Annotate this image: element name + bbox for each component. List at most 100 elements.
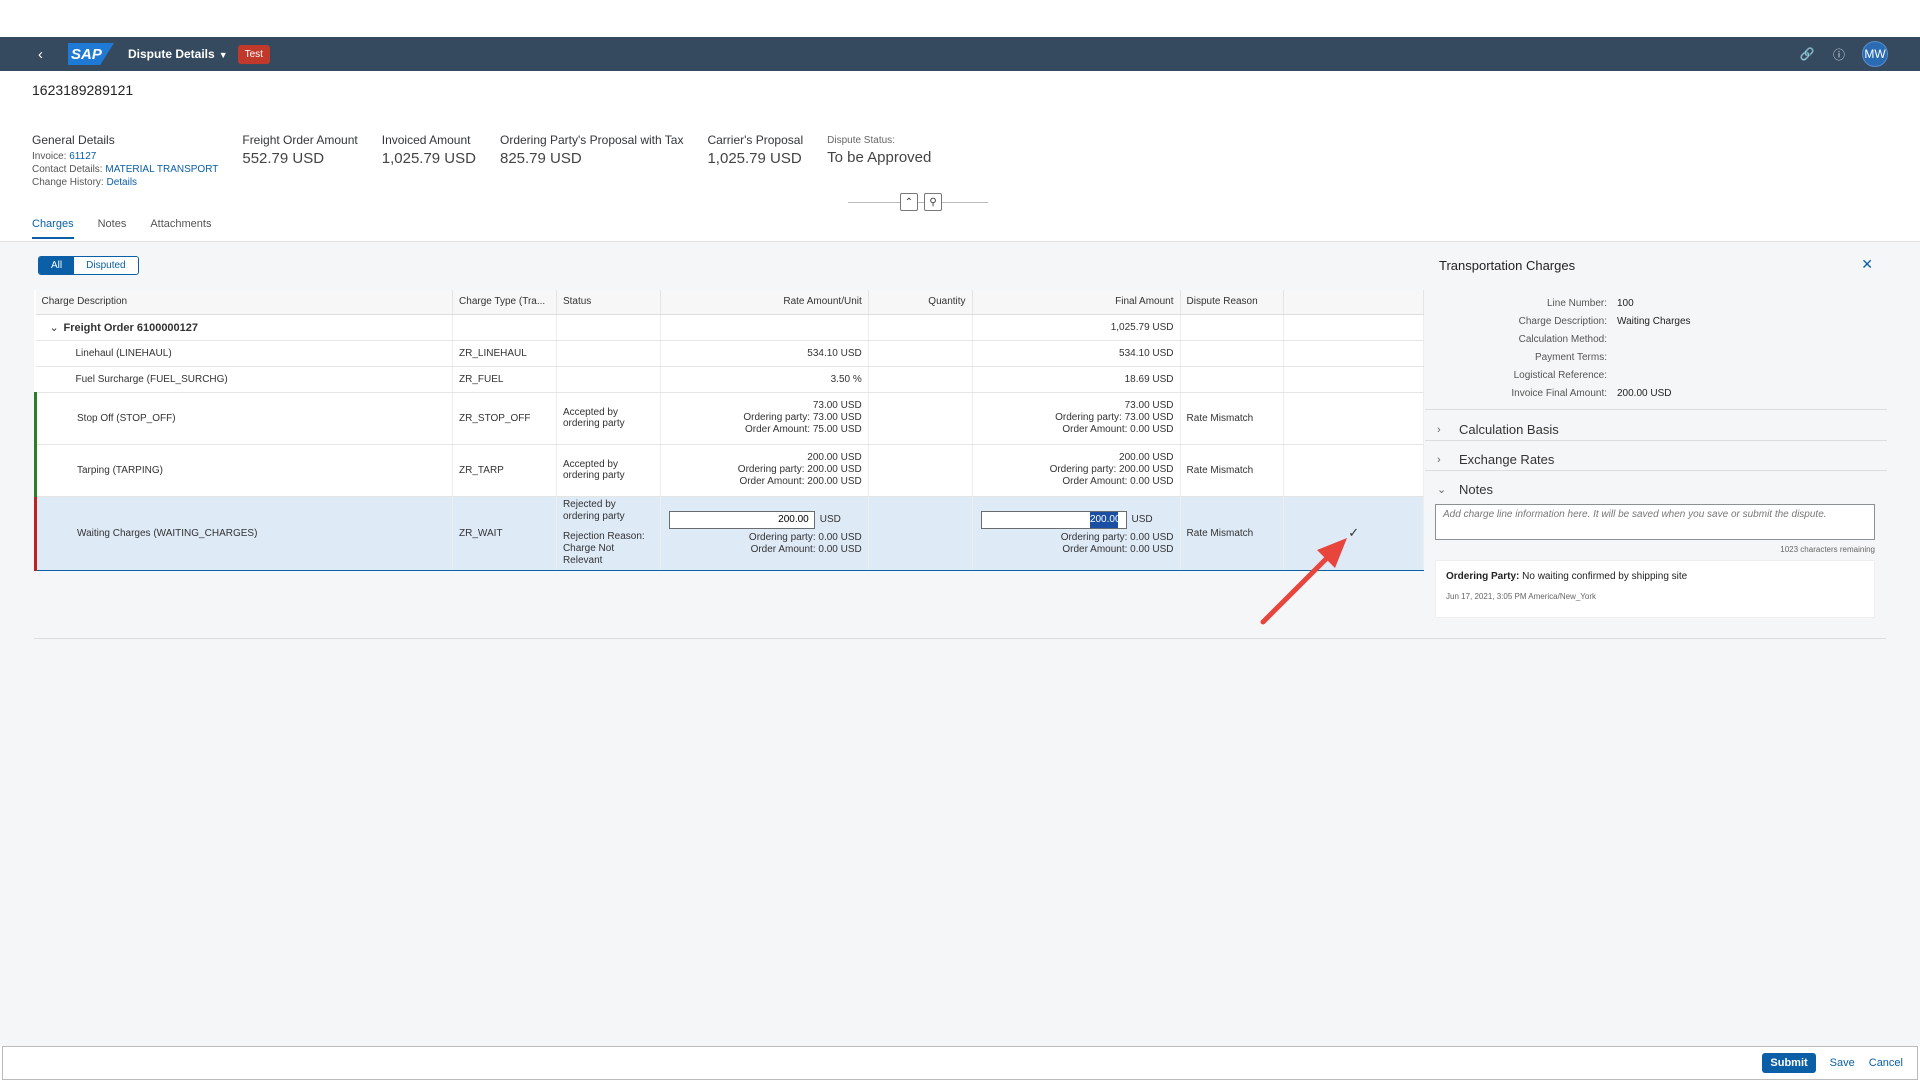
- section-label: Exchange Rates: [1459, 452, 1555, 467]
- col-action: [1283, 290, 1424, 315]
- content-area: All Disputed Charge Description Charge T…: [0, 242, 1920, 1046]
- save-button[interactable]: Save: [1830, 1057, 1855, 1069]
- cancel-button[interactable]: Cancel: [1869, 1057, 1903, 1069]
- field-label: Calculation Method:: [1518, 333, 1607, 345]
- history-link[interactable]: Details: [106, 177, 137, 188]
- section-exchange-rates[interactable]: › Exchange Rates: [1437, 452, 1554, 467]
- cell-type: ZR_FUEL: [452, 366, 557, 393]
- rate-order-amount: Order Amount: 0.00 USD: [750, 543, 862, 555]
- kpi-label: Freight Order Amount: [242, 133, 358, 147]
- table-row[interactable]: Stop Off (STOP_OFF) ZR_STOP_OFF Accepted…: [33, 392, 1424, 445]
- avatar[interactable]: MW: [1862, 41, 1888, 67]
- filter-all[interactable]: All: [39, 257, 75, 274]
- kpi-freight-order: Freight Order Amount 552.79 USD: [242, 133, 357, 189]
- status-label: Dispute Status:: [827, 135, 895, 146]
- panel-divider: [1425, 440, 1887, 441]
- status-text: Rejected by ordering party: [562, 499, 625, 522]
- field-label: Payment Terms:: [1534, 351, 1607, 363]
- field-label: Charge Description:: [1518, 315, 1607, 327]
- rate-amount-input[interactable]: [668, 510, 815, 529]
- charges-table: Charge Description Charge Type (Tra... S…: [33, 290, 1424, 571]
- kpi-value: 1,025.79 USD: [707, 150, 802, 167]
- col-rate-amount[interactable]: Rate Amount/Unit: [660, 290, 869, 315]
- invoice-link[interactable]: 61127: [69, 151, 96, 162]
- cell-final: 200.00 USD Ordering party: 200.00 USD Orde…: [972, 444, 1181, 497]
- col-charge-type[interactable]: Charge Type (Tra...: [452, 290, 557, 315]
- collapse-header-icon[interactable]: ⌃: [900, 193, 918, 211]
- sap-logo[interactable]: SAP: [68, 43, 114, 65]
- table-row[interactable]: Linehaul (LINEHAUL) ZR_LINEHAUL 534.10 U…: [35, 340, 1424, 367]
- contact-link[interactable]: MATERIAL TRANSPORT: [105, 164, 218, 175]
- char-counter: 1023 characters remaining: [1780, 545, 1875, 554]
- chevron-down-icon: ⌄: [1437, 484, 1447, 496]
- group-final-amount: 1,025.79 USD: [972, 314, 1181, 341]
- chevron-left-icon[interactable]: ‹: [38, 46, 58, 63]
- tab-notes[interactable]: Notes: [98, 218, 127, 239]
- cell-type: ZR_TARP: [452, 444, 557, 497]
- tab-bar: Charges Notes Attachments: [32, 218, 211, 239]
- app-title-menu[interactable]: Dispute Details ▼: [128, 47, 228, 61]
- test-badge: Test: [237, 44, 270, 64]
- cell-description: Tarping (TARPING): [33, 444, 454, 497]
- cell-type: ZR_STOP_OFF: [452, 392, 557, 445]
- section-label: Calculation Basis: [1459, 422, 1559, 437]
- close-icon[interactable]: ✕: [1861, 256, 1873, 273]
- tab-charges[interactable]: Charges: [32, 218, 74, 239]
- cell-final: USD Ordering party: 0.00 USD Order Amoun…: [972, 496, 1181, 571]
- cell-reason: Rate Mismatch: [1180, 392, 1285, 445]
- col-quantity[interactable]: Quantity: [868, 290, 973, 315]
- note-date: Jun 17, 2021, 3:05 PM America/New_York: [1446, 592, 1597, 601]
- submit-button[interactable]: Submit: [1762, 1053, 1816, 1073]
- col-status[interactable]: Status: [556, 290, 661, 315]
- final-order-amount: Order Amount: 0.00 USD: [1062, 476, 1174, 487]
- kpi-label: Carrier's Proposal: [707, 133, 804, 147]
- col-final-amount[interactable]: Final Amount: [972, 290, 1181, 315]
- cell-rate: 73.00 USD Ordering party: 73.00 USD Order …: [660, 392, 869, 445]
- content-divider: [34, 638, 1886, 639]
- final-amount-input[interactable]: [980, 510, 1127, 529]
- section-calculation-basis[interactable]: › Calculation Basis: [1437, 422, 1559, 437]
- final-value: 73.00 USD: [1124, 400, 1174, 411]
- cell-description: Stop Off (STOP_OFF): [33, 392, 454, 445]
- chevron-down-icon[interactable]: ⌄: [50, 321, 64, 334]
- field-value: Waiting Charges: [1617, 315, 1691, 327]
- note-textarea[interactable]: Add charge line information here. It wil…: [1435, 504, 1875, 540]
- rate-ordering-party: Ordering party: 0.00 USD: [748, 531, 862, 543]
- col-dispute-reason[interactable]: Dispute Reason: [1180, 290, 1285, 315]
- rate-value: 200.00 USD: [807, 452, 862, 463]
- kpi-carrier-proposal: Carrier's Proposal 1,025.79 USD: [707, 133, 803, 189]
- section-notes[interactable]: ⌄ Notes: [1437, 482, 1493, 497]
- group-label: Freight Order 6100000127: [63, 321, 199, 334]
- note-text-line: Ordering Party: No waiting confirmed by …: [1446, 571, 1864, 582]
- table-row[interactable]: Tarping (TARPING) ZR_TARP Accepted by or…: [33, 444, 1424, 497]
- field-value: 100: [1617, 297, 1634, 309]
- cell-final: 18.69 USD: [972, 366, 1181, 393]
- table-row-selected[interactable]: Waiting Charges (WAITING_CHARGES) ZR_WAI…: [33, 496, 1424, 571]
- panel-divider: [1425, 409, 1887, 410]
- note-author: Ordering Party:: [1446, 571, 1520, 582]
- help-icon[interactable]: ⓘ: [1830, 45, 1848, 63]
- link-icon[interactable]: 🔗: [1798, 45, 1816, 63]
- filter-disputed[interactable]: Disputed: [74, 257, 138, 274]
- chevron-right-icon: ›: [1437, 453, 1441, 466]
- final-ordering-party: Ordering party: 0.00 USD: [1060, 531, 1174, 543]
- rate-order-amount: Order Amount: 200.00 USD: [739, 476, 862, 487]
- cell-reason: Rate Mismatch: [1180, 444, 1285, 497]
- tab-attachments[interactable]: Attachments: [150, 218, 211, 239]
- pin-icon[interactable]: ⚲: [924, 193, 942, 211]
- panel-title: Transportation Charges: [1439, 258, 1576, 273]
- col-charge-description[interactable]: Charge Description: [35, 290, 454, 315]
- table-row-group[interactable]: ⌄ Freight Order 6100000127 1,025.79 USD: [35, 314, 1424, 341]
- details-form: Line Number: 100 Charge Description: Waiti…: [1425, 294, 1887, 402]
- panel-divider: [1425, 470, 1887, 471]
- contact-label: Contact Details:: [32, 164, 103, 175]
- object-id: 1623189289121: [32, 82, 134, 98]
- table-row[interactable]: Fuel Surcharge (FUEL_SURCHG) ZR_FUEL 3.5…: [35, 366, 1424, 393]
- kpi-value: 1,025.79 USD: [381, 150, 476, 167]
- cell-status: Accepted by ordering party: [556, 392, 661, 445]
- cell-type: ZR_LINEHAUL: [452, 340, 557, 367]
- header-divider-line: [848, 202, 988, 203]
- general-details: General Details Invoice: 61127 Contact D…: [32, 133, 218, 189]
- cell-status: Accepted by ordering party: [556, 444, 661, 497]
- rate-ordering-party: Ordering party: 73.00 USD: [743, 412, 862, 423]
